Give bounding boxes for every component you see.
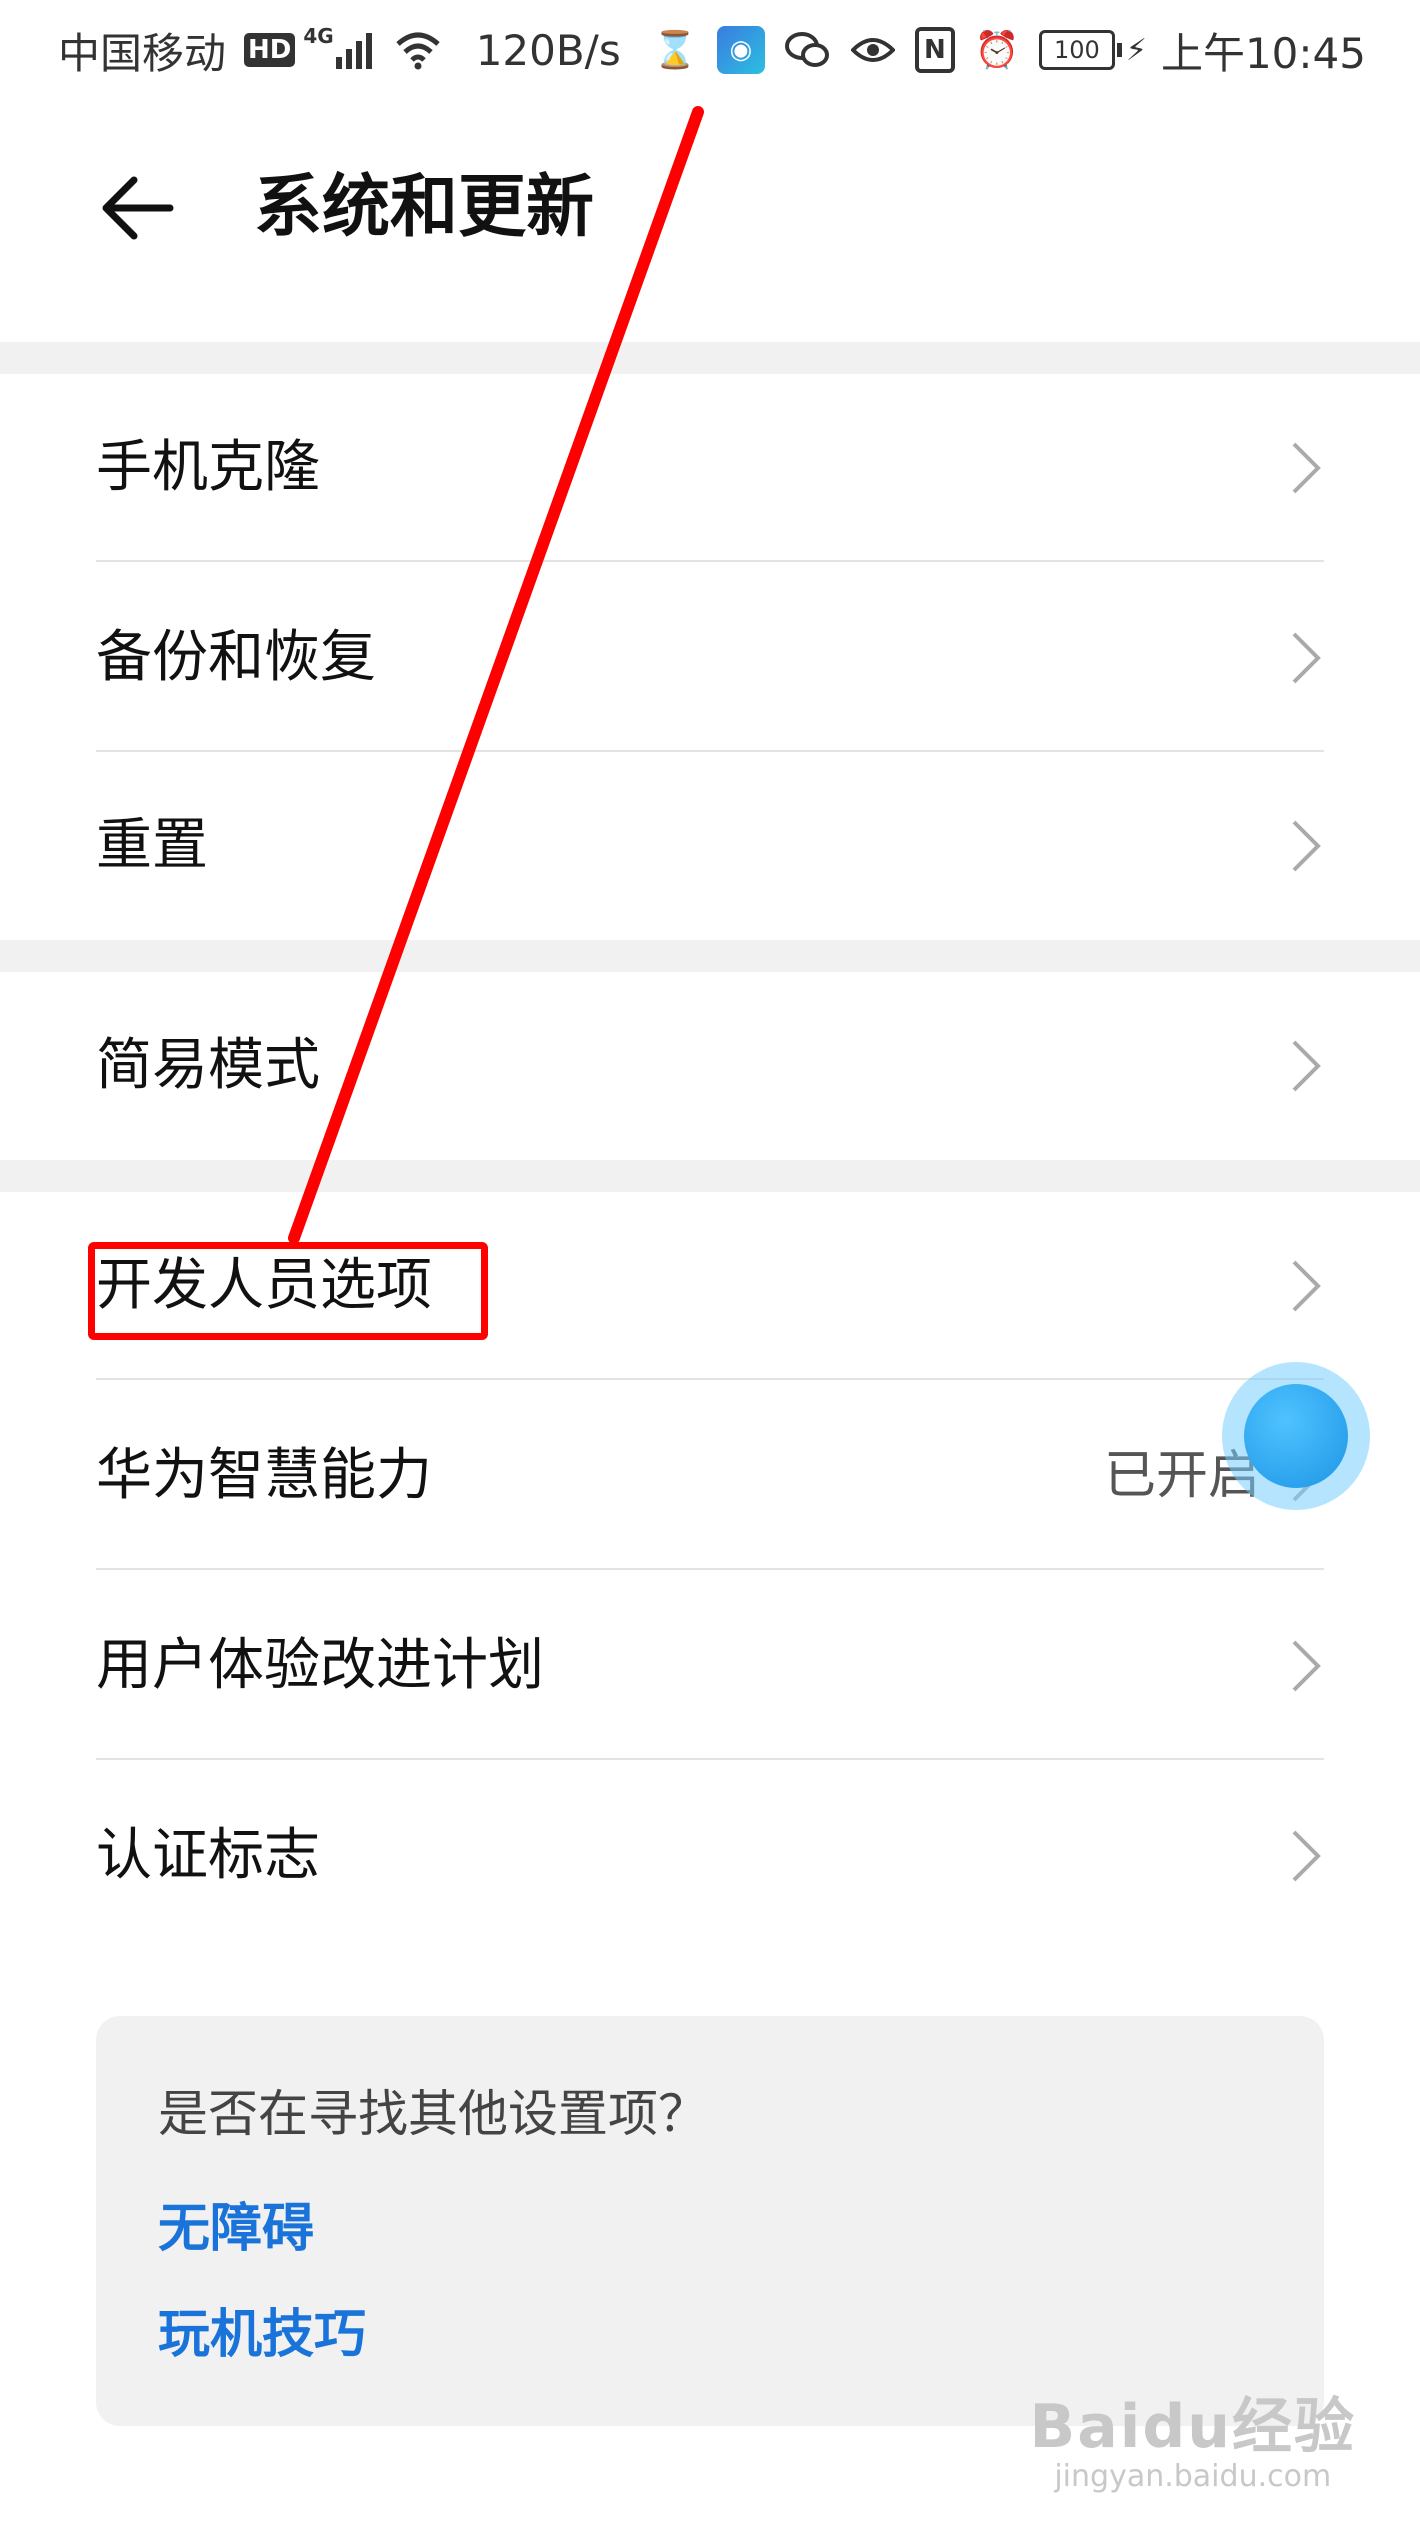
app-notification-icon: ◉ [716, 26, 765, 74]
settings-item-simple-mode[interactable]: 简易模式 [0, 972, 1420, 1160]
suggestion-question: 是否在寻找其他设置项？ [158, 2085, 708, 2143]
chevron-right-icon [1292, 1040, 1321, 1092]
status-bar: 中国移动 HD 4G 120B/s ⌛ ◉ N ⏰ 100 ⚡ 上午10:45 [0, 0, 1420, 100]
settings-item-label: 简易模式 [96, 1033, 320, 1098]
charging-icon: ⚡ [1125, 32, 1147, 68]
chevron-right-icon [1292, 820, 1321, 872]
touch-indicator [1222, 1362, 1370, 1510]
section-separator [0, 1160, 1420, 1192]
settings-item-label: 备份和恢复 [96, 625, 376, 690]
settings-item-certification[interactable]: 认证标志 [0, 1762, 1420, 1950]
network-type: 4G [303, 24, 334, 48]
chevron-right-icon [1292, 1830, 1321, 1882]
battery-icon: 100 ⚡ [1038, 30, 1147, 70]
settings-item-label: 用户体验改进计划 [96, 1633, 544, 1698]
chevron-right-icon [1292, 1640, 1321, 1692]
carrier-label: 中国移动 [58, 28, 227, 78]
link-tips[interactable]: 玩机技巧 [158, 2292, 366, 2367]
nfc-icon: N [914, 27, 955, 73]
clock: 上午10:45 [1160, 28, 1366, 78]
signal-icon [335, 31, 376, 69]
settings-item-user-experience[interactable]: 用户体验改进计划 [0, 1572, 1420, 1760]
section-separator [0, 342, 1420, 374]
settings-item-label: 华为智慧能力 [96, 1443, 432, 1508]
settings-item-label: 认证标志 [96, 1823, 320, 1888]
settings-item-label: 手机克隆 [96, 435, 320, 500]
settings-item-phone-clone[interactable]: 手机克隆 [0, 374, 1420, 562]
wechat-icon [783, 26, 831, 74]
suggestion-card: 是否在寻找其他设置项？ 无障碍 玩机技巧 [96, 2016, 1324, 2426]
settings-item-huawei-smart[interactable]: 华为智慧能力 已开启 [0, 1382, 1420, 1570]
watermark-url: jingyan.baidu.com [1054, 2459, 1332, 2494]
watermark-logo: Baidu经验 [1029, 2392, 1356, 2462]
settings-item-label: 重置 [96, 813, 208, 878]
section-separator [0, 940, 1420, 972]
hd-badge: HD [244, 33, 296, 67]
arrow-left-icon[interactable] [98, 168, 178, 248]
chevron-right-icon [1292, 1260, 1321, 1312]
header: 系统和更新 [0, 120, 1420, 340]
network-speed: 120B/s [475, 25, 621, 75]
chevron-right-icon [1292, 632, 1321, 684]
wifi-icon [394, 26, 442, 74]
annotation-highlight-box [88, 1242, 488, 1340]
settings-item-reset[interactable]: 重置 [0, 752, 1420, 940]
alarm-icon: ⏰ [974, 30, 1020, 71]
watermark: Baidu经验 jingyan.baidu.com [1030, 2395, 1356, 2494]
page-title: 系统和更新 [254, 168, 595, 247]
settings-item-backup-restore[interactable]: 备份和恢复 [0, 564, 1420, 752]
link-accessibility[interactable]: 无障碍 [158, 2186, 314, 2261]
battery-level: 100 [1038, 30, 1115, 70]
chevron-right-icon [1292, 442, 1321, 494]
eye-icon [849, 26, 897, 74]
hourglass-icon: ⌛ [652, 30, 698, 71]
